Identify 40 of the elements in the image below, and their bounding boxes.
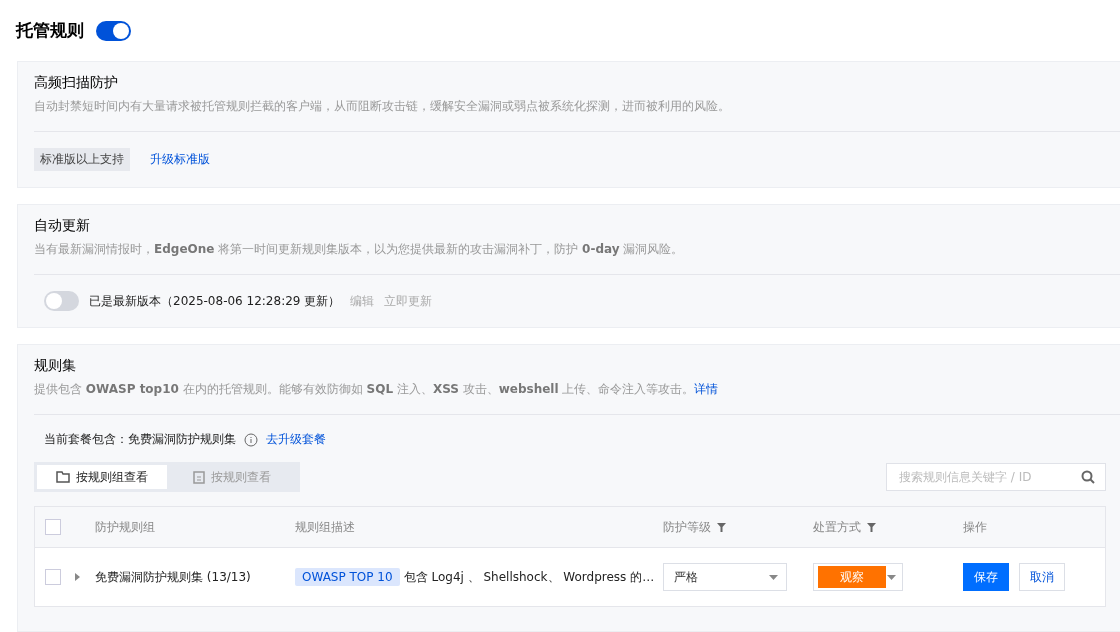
toggle-switch[interactable] <box>96 20 131 41</box>
select-all-checkbox[interactable] <box>45 519 61 535</box>
plan-label: 当前套餐包含：免费漏洞防护规则集 <box>44 431 236 448</box>
row-checkbox[interactable] <box>45 569 61 585</box>
column-header: 操作 <box>963 518 988 536</box>
section-title: 规则集 <box>34 357 77 375</box>
search-box[interactable]: 搜索规则信息关键字 / ID <box>886 463 1106 491</box>
detail-link[interactable]: 详情 <box>694 382 719 396</box>
category-tag: OWASP TOP 10 <box>295 568 400 586</box>
section-title: 自动更新 <box>34 217 91 235</box>
column-header: 防护等级 <box>663 518 813 536</box>
document-icon <box>193 470 205 484</box>
column-header: 防护规则组 <box>95 518 156 536</box>
level-select[interactable]: 严格 <box>663 563 787 591</box>
section-title: 高频扫描防护 <box>34 74 119 92</box>
section-description: 当有最新漏洞情报时，EdgeOne 将第一时间更新规则集版本，以为您提供最新的攻击漏洞补丁，防护 0-day 漏洞风险。 <box>34 241 1120 275</box>
table-cell-text: 免费漏洞防护规则集 (13/13) <box>95 568 252 586</box>
column-header: 规则组描述 <box>295 518 356 536</box>
info-icon[interactable] <box>244 432 258 447</box>
table-cell: 包含 Log4j 、 Shellshock、 Wordpress 的… <box>403 568 655 586</box>
toggle-switch[interactable] <box>44 291 79 311</box>
filter-icon[interactable] <box>717 522 726 532</box>
section-description: 自动封禁短时间内有大量请求被托管规则拦截的客户端，从而阻断攻击链，缓解安全漏洞或弱点被系统化探测，进而被利用的风险。 <box>34 98 1120 132</box>
cancel-button[interactable]: 取消 <box>1019 563 1065 591</box>
caret-icon <box>769 574 778 580</box>
version-status: 已是最新版本（2025-08-06 12:28:29 更新） <box>89 292 341 310</box>
page-title: 托管规则 <box>16 19 84 42</box>
plan-badge: 标准版以上支持 <box>34 148 130 171</box>
expand-icon[interactable] <box>75 573 80 581</box>
search-field[interactable]: 搜索规则信息关键字 / ID <box>897 469 1081 485</box>
upgrade-plan-link[interactable]: 去升级套餐 <box>266 431 326 448</box>
filter-icon[interactable] <box>867 522 876 532</box>
caret-icon <box>887 574 896 580</box>
folder-icon <box>56 471 70 483</box>
column-header: 处置方式 <box>813 518 963 536</box>
save-button[interactable]: 保存 <box>963 563 1009 591</box>
upgrade-link[interactable]: 升级标准版 <box>150 151 210 168</box>
search-icon[interactable] <box>1081 470 1095 484</box>
view-tab[interactable]: 按规则组查看 <box>37 465 167 489</box>
section-description: 提供包含 OWASP top10 在内的托管规则。能够有效防御如 SQL 注入、XSS 攻击、webshell 上传、命令注入等攻击。详情 <box>34 381 1120 415</box>
